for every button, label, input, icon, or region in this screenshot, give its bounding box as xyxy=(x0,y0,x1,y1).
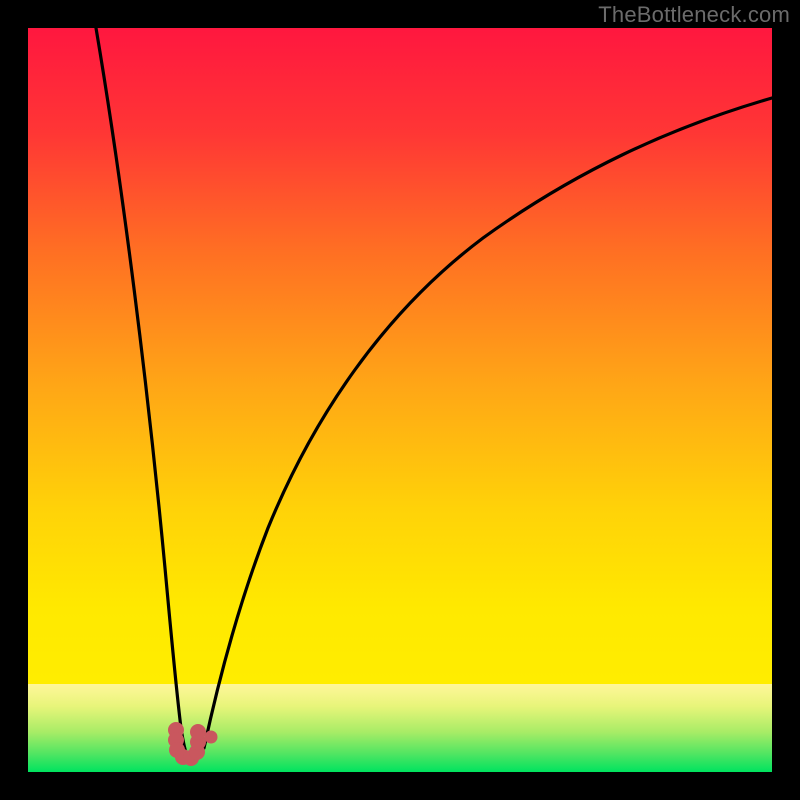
watermark-text: TheBottleneck.com xyxy=(598,2,790,28)
outer-black-frame: TheBottleneck.com xyxy=(0,0,800,800)
chart-svg xyxy=(28,28,772,772)
plot-area xyxy=(28,28,772,772)
gradient-background xyxy=(28,28,772,772)
green-band xyxy=(28,684,772,772)
